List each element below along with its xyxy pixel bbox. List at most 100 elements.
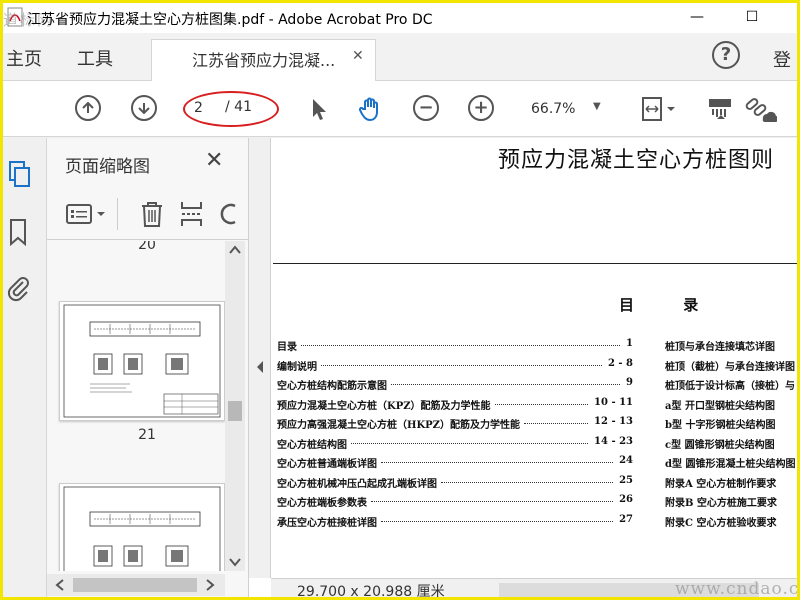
arrow-down-icon xyxy=(131,95,157,121)
delete-page-icon[interactable] xyxy=(139,200,165,228)
toc-entry-right[interactable]: c型 圆锥形钢桩尖结构图 xyxy=(665,436,775,451)
thumbnail-page-21[interactable] xyxy=(59,301,225,421)
toc-entry-right[interactable]: a型 开口型钢桩尖结构图 xyxy=(665,397,775,412)
toc-entry-title: 空心方桩机械冲压凸起成孔端板详图 xyxy=(277,478,437,490)
thumbnail-hscrollbar[interactable] xyxy=(47,574,225,596)
tab-document[interactable]: 江苏省预应力混凝... ✕ xyxy=(151,39,376,81)
tab-home[interactable]: 主页 xyxy=(6,45,42,71)
toc-entry-right[interactable]: 桩顶（截桩）与承台连接详图 xyxy=(665,358,795,373)
next-page-button[interactable] xyxy=(131,95,159,123)
zoom-out-button[interactable]: − xyxy=(413,95,441,123)
document-area: 预应力混凝土空心方桩图则 目 录 目录 1 编制说明 2 - 8 空心方桩结构配筋示意图… xyxy=(249,138,800,600)
toc-entry-title: 编制说明 xyxy=(277,361,317,373)
toc-entry[interactable]: 承压空心方桩接桩详图 27 xyxy=(277,514,633,529)
toc-entry-right[interactable]: 附录C 空心方桩验收要求 xyxy=(665,514,776,529)
hscrollbar-thumb[interactable] xyxy=(73,578,197,592)
zoom-dropdown-arrow-icon[interactable]: ▼ xyxy=(593,101,601,112)
toc-entry-title: 预应力混凝土空心方桩（KPZ）配筋及力学性能 xyxy=(277,400,491,412)
toc-entry[interactable]: 编制说明 2 - 8 xyxy=(277,357,633,373)
toc-entry-right[interactable]: d型 圆锥形混凝土桩尖结构图 xyxy=(665,455,795,470)
toc-entry-page: 25 xyxy=(619,474,633,486)
toc-entry[interactable]: 预应力高强混凝土空心方桩（HKPZ）配筋及力学性能 12 - 13 xyxy=(277,416,633,431)
toc-entry-page: 2 - 8 xyxy=(607,357,633,369)
toc-entry[interactable]: 空心方桩机械冲压凸起成孔端板详图 25 xyxy=(277,474,633,490)
toc-entry[interactable]: 空心方桩结构图 14 - 23 xyxy=(277,435,633,451)
toc-entry[interactable]: 空心方桩结构配筋示意图 9 xyxy=(277,377,633,392)
close-window-button[interactable]: ✕ xyxy=(779,3,797,31)
toc-entry-title: 空心方桩普通端板详图 xyxy=(277,459,377,470)
thumbnail-list: 20 21 xyxy=(47,241,227,571)
toc-entry-page: 12 - 13 xyxy=(594,416,633,427)
toc-entry-right[interactable]: b型 十字形钢桩尖结构图 xyxy=(665,416,775,431)
thumbnail-options-icon[interactable] xyxy=(65,202,109,228)
help-icon[interactable]: ? xyxy=(712,41,740,69)
toc-entry-title: 空心方桩结构图 xyxy=(277,439,347,451)
thumbnail-label: 21 xyxy=(138,427,156,443)
toc-entry[interactable]: 预应力混凝土空心方桩（KPZ）配筋及力学性能 10 - 11 xyxy=(277,397,633,412)
toc-entry-right[interactable]: 桩顶与承台连接填芯详图 xyxy=(665,338,775,353)
thumbnail-label: 20 xyxy=(138,241,156,253)
title-rule xyxy=(273,263,797,264)
thumbnail-scrollbar[interactable] xyxy=(225,241,245,571)
scroll-right-icon[interactable] xyxy=(205,579,215,591)
scroll-down-icon[interactable] xyxy=(229,557,241,567)
panel-title: 页面缩略图 xyxy=(65,157,150,177)
toolbar-divider xyxy=(117,198,118,230)
select-cursor-icon[interactable] xyxy=(305,95,333,123)
panel-collapse-strip[interactable] xyxy=(249,138,271,578)
toc-entry-page: 26 xyxy=(619,494,633,505)
scroll-left-icon[interactable] xyxy=(55,579,65,591)
tab-tools[interactable]: 工具 xyxy=(77,45,113,71)
scrollbar-thumb[interactable] xyxy=(228,401,242,421)
page-thumbnails-icon[interactable] xyxy=(7,160,31,188)
panel-close-button[interactable]: ✕ xyxy=(205,148,223,173)
toc-heading: 目 录 xyxy=(619,296,721,314)
toc-entry-right[interactable]: 附录B 空心方桩施工要求 xyxy=(665,494,777,509)
extract-page-icon[interactable] xyxy=(179,200,205,228)
toc-entry[interactable]: 目录 1 xyxy=(277,338,633,353)
page-size: 29.700 x 20.988 厘米 xyxy=(297,584,445,600)
zoom-level[interactable]: 66.7% xyxy=(531,101,575,117)
toc-entry-page: 24 xyxy=(619,455,633,466)
toc-leader-dots xyxy=(351,442,589,444)
fit-page-icon[interactable] xyxy=(639,95,679,123)
maximize-button[interactable]: ☐ xyxy=(730,3,774,31)
rotate-page-icon[interactable] xyxy=(219,200,241,228)
watermark-bottom: www.cndao.com xyxy=(675,579,800,599)
toc-leader-dots xyxy=(523,423,589,424)
drawing-preview-icon xyxy=(63,304,221,418)
sign-in-button[interactable]: 登 xyxy=(773,46,791,72)
thumbnail-page-22[interactable] xyxy=(59,483,225,571)
tab-close-button[interactable]: ✕ xyxy=(352,48,364,64)
toc-leader-dots xyxy=(494,403,589,405)
toc-entry[interactable]: 空心方桩普通端板详图 24 xyxy=(277,455,633,470)
share-link-icon[interactable] xyxy=(743,95,777,123)
panel-toolbar xyxy=(47,190,249,240)
toc-entry[interactable]: 空心方桩端板参数表 26 xyxy=(277,494,633,509)
arrow-up-icon xyxy=(75,95,101,121)
scroll-up-icon[interactable] xyxy=(229,245,241,255)
minus-icon: − xyxy=(413,95,439,121)
tab-document-label: 江苏省预应力混凝... xyxy=(192,51,336,70)
toc-leader-dots xyxy=(381,462,614,463)
drawing-preview-icon xyxy=(63,486,221,571)
plus-icon: + xyxy=(468,95,494,121)
attachment-icon[interactable] xyxy=(7,274,31,302)
tab-bar: 主页 工具 江苏省预应力混凝... ✕ ? 登 xyxy=(3,33,797,81)
toc-entry-page: 14 - 23 xyxy=(594,435,633,447)
left-rail xyxy=(3,138,47,597)
previous-page-button[interactable] xyxy=(75,95,103,123)
thumbnails-panel: 页面缩略图 ✕ 20 21 xyxy=(47,138,249,597)
hand-tool-icon[interactable] xyxy=(357,95,385,123)
toc-entry-title: 空心方桩端板参数表 xyxy=(277,498,367,509)
app-window: 道标网 江苏省预应力混凝土空心方桩图集.pdf - Adobe Acrobat … xyxy=(0,0,800,600)
toc-entry-page: 9 xyxy=(626,377,633,388)
toc-entry-right[interactable]: 附录A 空心方桩制作要求 xyxy=(665,475,776,490)
minimize-button[interactable]: — xyxy=(675,3,719,31)
redact-icon[interactable] xyxy=(707,95,735,123)
toc-entry-right[interactable]: 桩顶低于设计标高（接桩）与 xyxy=(665,377,795,392)
toc-leader-dots xyxy=(441,481,614,483)
bookmark-icon[interactable] xyxy=(7,218,31,246)
zoom-in-button[interactable]: + xyxy=(468,95,496,123)
collapse-panel-icon[interactable] xyxy=(255,360,265,374)
